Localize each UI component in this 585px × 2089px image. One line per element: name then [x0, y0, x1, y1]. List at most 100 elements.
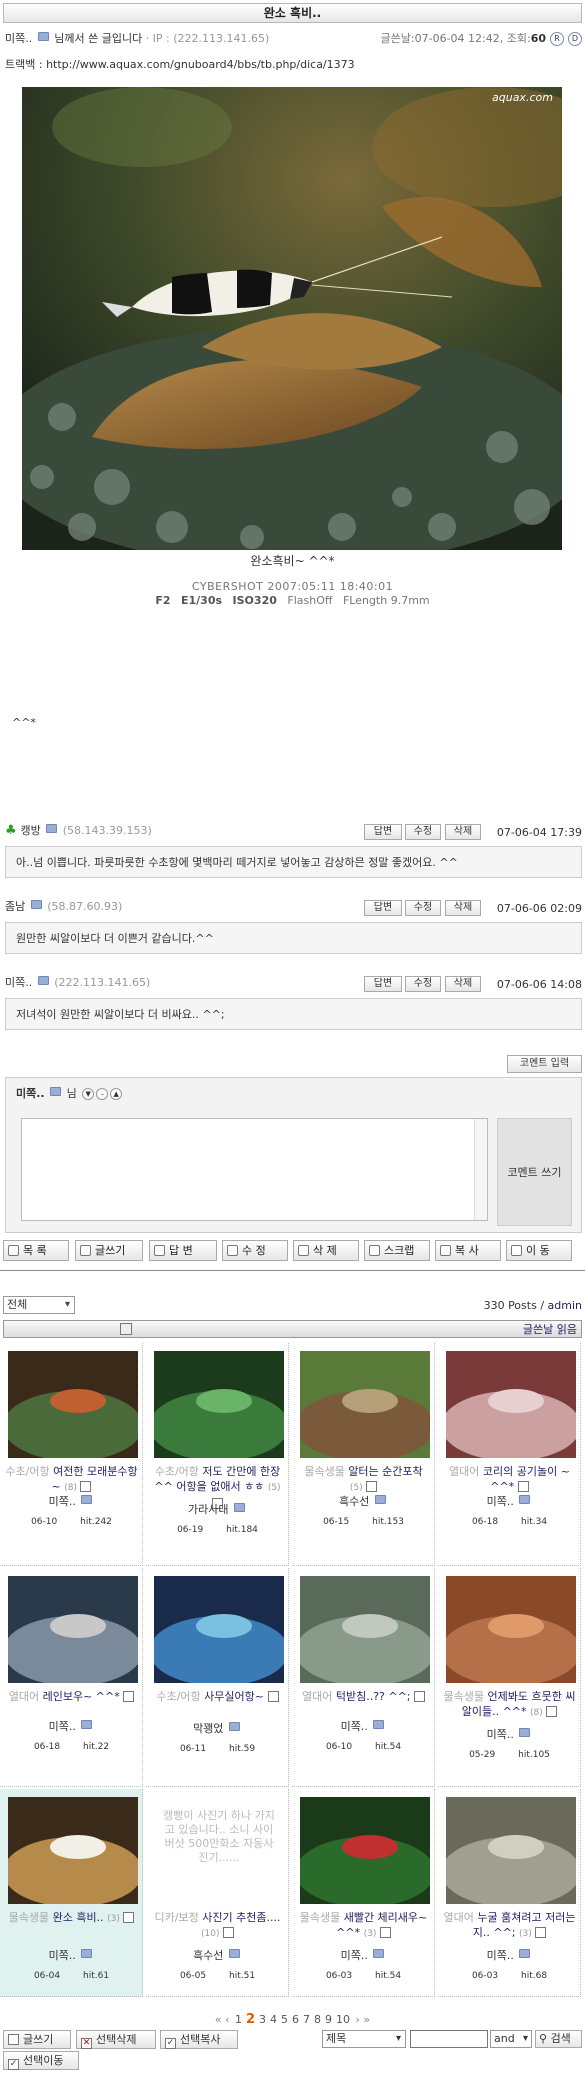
edit-button[interactable]: 수 정: [222, 1240, 288, 1261]
gallery-thumbnail[interactable]: [300, 1351, 430, 1458]
comment-submit-button[interactable]: 코멘트 쓰기: [497, 1118, 572, 1226]
page-link[interactable]: 10: [336, 2013, 350, 2026]
gallery-author[interactable]: 미쪽..: [438, 1728, 581, 1741]
post-author[interactable]: 미쪽..: [5, 32, 32, 45]
comment-edit-button[interactable]: 수정: [405, 824, 441, 840]
comment-author[interactable]: 캥방: [21, 824, 41, 837]
textarea-scrollbar[interactable]: [474, 1119, 487, 1220]
gallery-item[interactable]: 열대어 턱받침..?? ^^; 미쪽.. 06-10 hit.54: [292, 1568, 435, 1787]
page-link[interactable]: 9: [325, 2013, 332, 2026]
gallery-thumbnail[interactable]: [446, 1576, 576, 1683]
gallery-author[interactable]: 흑수선: [146, 1949, 289, 1962]
chevron-up-icon[interactable]: ▲: [110, 1088, 123, 1100]
gallery-item[interactable]: 수초/어항 여전한 모래분수항~ (8) 미쪽.. 06-10 hit.242: [0, 1343, 143, 1566]
gallery-title[interactable]: 디카/보정 사진기 추천좀.... (10): [151, 1910, 284, 1942]
gallery-thumbnail[interactable]: [8, 1351, 138, 1458]
gallery-item[interactable]: 물속생물 완소 흑비.. (3) 미쪽.. 06-04 hit.61: [0, 1789, 143, 1997]
scrap-button[interactable]: 스크랩: [364, 1240, 430, 1261]
select-copy-button[interactable]: ✓ 선택복사: [160, 2030, 238, 2049]
list-button[interactable]: 목 록: [3, 1240, 69, 1261]
gallery-title[interactable]: 열대어 턱받침..?? ^^;: [297, 1689, 430, 1706]
page-link[interactable]: 4: [270, 2013, 277, 2026]
comment-edit-button[interactable]: 수정: [405, 900, 441, 916]
gallery-author[interactable]: 미쪽..: [0, 1720, 143, 1733]
gallery-author[interactable]: 가라사대: [146, 1503, 289, 1516]
copy-button[interactable]: 복 사: [435, 1240, 501, 1261]
gallery-checkbox[interactable]: [546, 1706, 558, 1717]
gallery-title[interactable]: 열대어 레인보우~ ^^*: [5, 1689, 138, 1706]
gallery-item[interactable]: 물속생물 알터는 순간포착 (5) 흑수선 06-15 hit.153: [292, 1343, 435, 1566]
page-link[interactable]: 3: [259, 2013, 266, 2026]
gallery-checkbox[interactable]: [379, 1927, 391, 1938]
last-page-link[interactable]: »: [363, 2013, 370, 2026]
page-link[interactable]: 2: [246, 2012, 255, 2027]
gallery-thumbnail[interactable]: [300, 1797, 430, 1904]
gallery-title[interactable]: 수초/어항 사무실어항~: [151, 1689, 284, 1706]
gallery-item[interactable]: 수초/어항 저도 간만에 한장 ^^ 어항을 없애서 ㅎㅎ (5) 가라사대 0…: [146, 1343, 289, 1566]
gallery-author[interactable]: 흑수선: [292, 1495, 435, 1508]
category-select[interactable]: 전체: [3, 1296, 75, 1314]
gallery-checkbox[interactable]: [535, 1927, 547, 1938]
gallery-checkbox[interactable]: [517, 1481, 529, 1492]
minus-icon[interactable]: –: [96, 1088, 109, 1100]
gallery-checkbox[interactable]: [267, 1691, 279, 1702]
gallery-author[interactable]: 미쪽..: [292, 1949, 435, 1962]
first-page-link[interactable]: «: [215, 2013, 222, 2026]
gallery-item[interactable]: 물속생물 언제봐도 흐뭇한 씨알이들.. ^^* (8) 미쪽.. 05-29 …: [438, 1568, 581, 1787]
search-field-select[interactable]: 제목: [322, 2030, 406, 2048]
gallery-title[interactable]: 물속생물 언제봐도 흐뭇한 씨알이들.. ^^* (8): [443, 1689, 576, 1721]
next-page-link[interactable]: ›: [356, 2013, 360, 2026]
page-link[interactable]: 1: [235, 2013, 242, 2026]
write-button[interactable]: 글쓰기: [75, 1240, 143, 1261]
gallery-title[interactable]: 수초/어항 여전한 모래분수항~ (8): [5, 1464, 138, 1496]
page-link[interactable]: 8: [314, 2013, 321, 2026]
comment-reply-button[interactable]: 답변: [364, 976, 402, 992]
select-delete-button[interactable]: ✕ 선택삭제: [76, 2030, 156, 2049]
gallery-author[interactable]: 미쪽..: [0, 1949, 143, 1962]
page-link[interactable]: 6: [292, 2013, 299, 2026]
comment-delete-button[interactable]: 삭제: [445, 824, 481, 840]
gallery-thumbnail[interactable]: [300, 1576, 430, 1683]
gallery-item[interactable]: 열대어 레인보우~ ^^* 미쪽.. 06-18 hit.22: [0, 1568, 143, 1787]
gallery-title[interactable]: 물속생물 알터는 순간포착 (5): [297, 1464, 430, 1496]
comment-textarea[interactable]: [21, 1118, 488, 1221]
gallery-title[interactable]: 물속생물 완소 흑비.. (3): [5, 1910, 138, 1927]
gallery-checkbox[interactable]: [123, 1691, 135, 1702]
comment-delete-button[interactable]: 삭제: [445, 976, 481, 992]
move-button[interactable]: 이 동: [506, 1240, 572, 1261]
comment-edit-button[interactable]: 수정: [405, 976, 441, 992]
gallery-title[interactable]: 열대어 누굴 훔쳐려고 저러는지.. ^^; (3): [443, 1910, 576, 1942]
comment-author[interactable]: 좀남: [5, 900, 25, 913]
delete-button[interactable]: 삭 제: [293, 1240, 359, 1261]
gallery-checkbox[interactable]: [80, 1481, 92, 1492]
comment-reply-button[interactable]: 답변: [364, 900, 402, 916]
write-button-bottom[interactable]: 글쓰기: [3, 2030, 71, 2049]
comment-input-button[interactable]: 코멘트 입력: [507, 1055, 582, 1073]
select-all-checkbox[interactable]: [120, 1323, 132, 1335]
gallery-thumbnail[interactable]: [8, 1576, 138, 1683]
gallery-author[interactable]: 미쪽..: [438, 1495, 581, 1508]
gallery-author[interactable]: 막꽹었: [146, 1722, 289, 1735]
gallery-title[interactable]: 물속생물 새빨간 체리새우~ ^^* (3): [297, 1910, 430, 1942]
gallery-title[interactable]: 열대어 코리의 공기놀이 ~ ^^*: [443, 1464, 576, 1496]
gallery-item[interactable]: 물속생물 새빨간 체리새우~ ^^* (3) 미쪽.. 06-03 hit.54: [292, 1789, 435, 1997]
select-move-button[interactable]: ✓ 선택이동: [3, 2051, 79, 2070]
gallery-thumbnail[interactable]: [446, 1351, 576, 1458]
comment-reply-button[interactable]: 답변: [364, 824, 402, 840]
gallery-checkbox[interactable]: [123, 1912, 135, 1923]
gallery-thumbnail[interactable]: [154, 1576, 284, 1683]
gallery-item[interactable]: 수초/어항 사무실어항~ 막꽹었 06-11 hit.59: [146, 1568, 289, 1787]
gallery-checkbox[interactable]: [222, 1927, 234, 1938]
next-post-icon[interactable]: D: [568, 32, 582, 46]
search-button[interactable]: ⚲ 검색: [535, 2030, 582, 2048]
comment-author[interactable]: 미쪽..: [5, 976, 32, 989]
page-link[interactable]: 7: [303, 2013, 310, 2026]
chevron-down-icon[interactable]: ▼: [82, 1088, 95, 1100]
gallery-item[interactable]: 열대어 누굴 훔쳐려고 저러는지.. ^^; (3) 미쪽.. 06-03 hi…: [438, 1789, 581, 1997]
post-photo[interactable]: aquax.com: [22, 87, 562, 550]
gallery-thumbnail[interactable]: [8, 1797, 138, 1904]
admin-link[interactable]: admin: [548, 1299, 582, 1312]
search-operator-select[interactable]: and: [490, 2030, 532, 2048]
gallery-thumbnail[interactable]: [446, 1797, 576, 1904]
gallery-author[interactable]: 미쪽..: [438, 1949, 581, 1962]
